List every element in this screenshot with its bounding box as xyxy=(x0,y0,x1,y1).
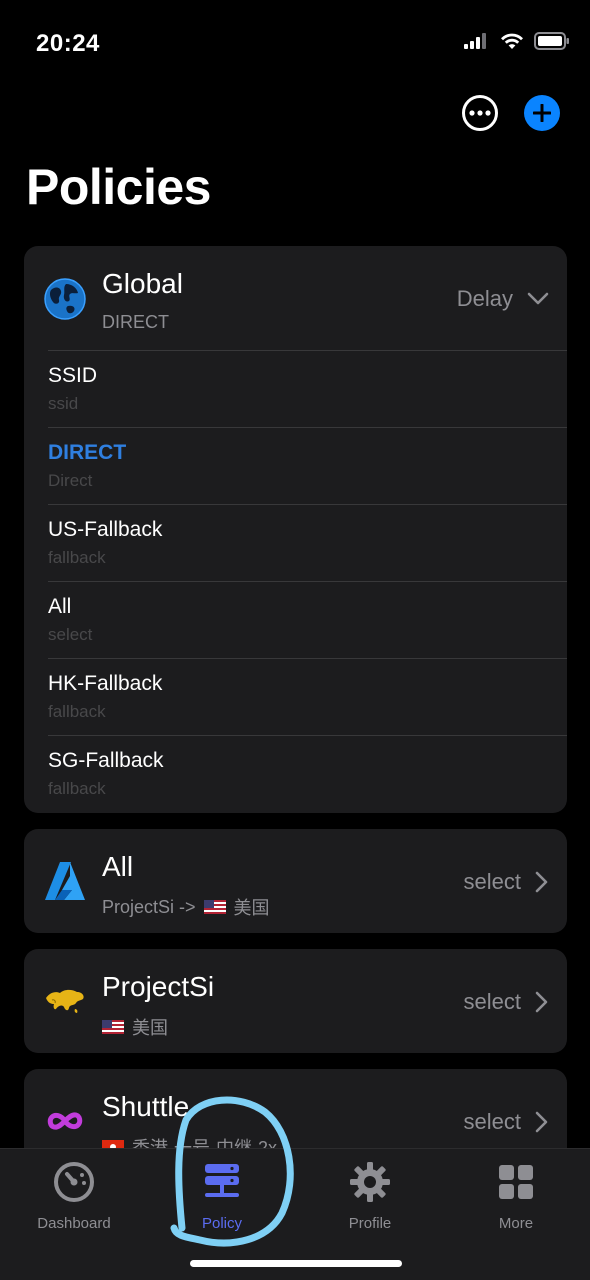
group-current-label: DIRECT xyxy=(102,312,169,332)
group-type-label: select xyxy=(463,869,521,894)
chevron-right-icon xyxy=(535,991,548,1013)
dashboard-icon xyxy=(54,1162,94,1202)
option-type: fallback xyxy=(48,548,106,567)
tab-profile[interactable]: Profile xyxy=(296,1149,444,1249)
tab-label: More xyxy=(498,1215,534,1232)
chevron-down-icon xyxy=(527,292,549,305)
group-type-label: select xyxy=(463,989,521,1014)
infinity-icon xyxy=(47,1112,83,1130)
option-name: SSID xyxy=(48,364,98,387)
battery-icon xyxy=(534,32,569,50)
group-current-label: 美国 xyxy=(233,898,270,918)
policy-icon xyxy=(205,1164,239,1197)
tab-label: Profile xyxy=(348,1215,392,1232)
top-actions xyxy=(462,95,560,131)
policy-option-hk-fallback[interactable]: HK-Fallback fallback xyxy=(48,658,567,735)
option-name: SG-Fallback xyxy=(48,749,164,772)
status-time: 20:24 xyxy=(36,30,100,57)
group-name: ProjectSi xyxy=(102,971,215,1002)
ellipsis-icon xyxy=(469,110,491,116)
chevron-right-icon xyxy=(535,1111,548,1133)
add-policy-button[interactable] xyxy=(524,95,560,131)
tab-policy[interactable]: Policy xyxy=(148,1149,296,1249)
group-header[interactable]: Global DIRECT Delay xyxy=(24,246,567,350)
plus-icon xyxy=(533,104,551,122)
option-type: ssid xyxy=(48,394,79,413)
group-type: select xyxy=(464,869,549,895)
tab-label: Policy xyxy=(201,1215,242,1232)
tab-label: Dashboard xyxy=(37,1215,111,1232)
policy-group-all[interactable]: All ProjectSi -> 美国 select xyxy=(24,829,567,933)
group-name: Global xyxy=(102,268,183,299)
option-type: fallback xyxy=(48,702,106,721)
policy-option-ssid[interactable]: SSID ssid xyxy=(48,350,567,427)
us-flag-icon xyxy=(203,900,226,914)
chevron-right-icon xyxy=(535,871,548,893)
option-name: US-Fallback xyxy=(48,518,163,541)
delay-test-button[interactable]: Delay xyxy=(457,286,549,312)
delay-label: Delay xyxy=(456,286,513,311)
option-name: All xyxy=(48,595,72,618)
policy-option-us-fallback[interactable]: US-Fallback fallback xyxy=(48,504,567,581)
globe-icon xyxy=(44,278,86,320)
group-type-label: select xyxy=(463,1109,521,1134)
group-current-label: 美国 xyxy=(132,1018,168,1038)
status-bar: 20:24 xyxy=(0,0,590,88)
policy-group-global: Global DIRECT Delay SSID ssid DIRECT Dir… xyxy=(24,246,567,813)
policy-option-all[interactable]: All select xyxy=(48,581,567,658)
page-title: Policies xyxy=(26,159,212,215)
azure-logo-icon xyxy=(45,862,85,900)
gear-icon xyxy=(350,1162,390,1202)
policy-option-direct[interactable]: DIRECT Direct xyxy=(48,427,567,504)
asia-map-icon xyxy=(46,989,84,1013)
policy-option-sg-fallback[interactable]: SG-Fallback fallback xyxy=(48,735,567,812)
tab-dashboard[interactable]: Dashboard xyxy=(0,1149,148,1249)
option-type: Direct xyxy=(48,471,93,490)
policy-group-projectsi[interactable]: ProjectSi 美国 select xyxy=(24,949,567,1053)
option-type: select xyxy=(48,625,93,644)
group-current: DIRECT xyxy=(102,312,169,333)
group-current: 美国 xyxy=(102,1014,168,1040)
home-indicator xyxy=(190,1260,402,1267)
group-type: select xyxy=(464,1109,549,1135)
option-type: fallback xyxy=(48,779,106,798)
grid-icon xyxy=(499,1165,533,1199)
wifi-icon xyxy=(501,33,523,49)
more-options-button[interactable] xyxy=(462,95,498,131)
tab-more[interactable]: More xyxy=(442,1149,590,1249)
status-icons xyxy=(464,32,570,50)
group-type: select xyxy=(464,989,549,1015)
option-name: HK-Fallback xyxy=(48,672,163,695)
option-name: DIRECT xyxy=(48,441,127,464)
us-flag-icon xyxy=(102,1020,124,1034)
group-name: Shuttle xyxy=(102,1091,190,1122)
group-current: ProjectSi -> 美国 xyxy=(102,894,270,920)
group-name: All xyxy=(102,851,134,882)
signal-icon xyxy=(464,33,486,49)
group-current-prefix: ProjectSi -> xyxy=(102,896,196,917)
